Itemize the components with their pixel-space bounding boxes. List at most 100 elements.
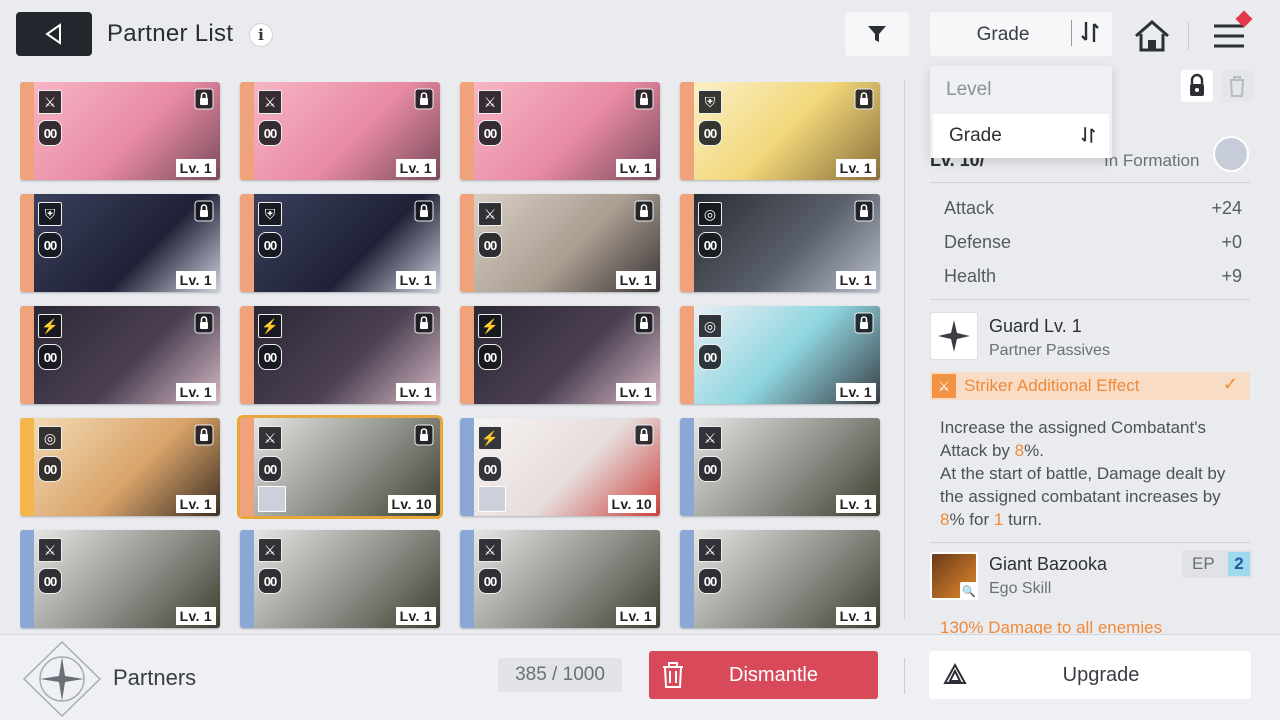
card-level: Lv. 1 xyxy=(615,383,656,401)
crossed-swords-icon: ⚔ xyxy=(932,374,956,398)
lock-icon xyxy=(634,88,654,110)
upgrade-label: Upgrade xyxy=(1062,664,1140,686)
rank-badge: 00 xyxy=(698,456,722,482)
rarity-strip xyxy=(680,306,694,404)
partner-card[interactable]: ⚔ 00 Lv. 1 xyxy=(240,530,440,628)
home-icon[interactable] xyxy=(1132,16,1172,56)
passive-skill-icon[interactable] xyxy=(930,312,978,360)
compass-star-icon xyxy=(938,320,970,352)
info-icon[interactable]: i xyxy=(249,23,273,47)
upgrade-button[interactable]: Upgrade xyxy=(929,651,1251,699)
partner-card[interactable]: ⛨ 00 Lv. 1 xyxy=(20,194,220,292)
trash-icon xyxy=(1230,76,1244,97)
partner-count-separator: / xyxy=(546,664,563,685)
class-icon: ⛨ xyxy=(38,202,62,226)
class-icon: ⚔ xyxy=(698,426,722,450)
sort-order-icon xyxy=(1081,127,1096,143)
partner-card[interactable]: ⛨ 00 Lv. 1 xyxy=(680,82,880,180)
rarity-strip xyxy=(20,82,34,180)
rank-badge: 00 xyxy=(38,232,62,258)
card-level: Lv. 1 xyxy=(175,383,216,401)
lock-icon xyxy=(414,424,434,446)
partner-card[interactable]: ⛨ 00 Lv. 1 xyxy=(240,194,440,292)
rank-badge: 00 xyxy=(698,232,722,258)
rank-badge: 00 xyxy=(478,568,502,594)
stat-value-health: +9 xyxy=(1221,266,1242,286)
partner-card[interactable]: ⚔ 00 Lv. 1 xyxy=(460,82,660,180)
rarity-strip xyxy=(240,82,254,180)
rarity-strip xyxy=(240,418,254,516)
card-level: Lv. 1 xyxy=(835,271,876,289)
partner-card[interactable]: ⚔ 00 Lv. 1 xyxy=(20,530,220,628)
lock-icon xyxy=(194,424,214,446)
stat-value-attack: +24 xyxy=(1211,198,1242,218)
class-icon: ⚡ xyxy=(258,314,282,338)
partner-card[interactable]: ◎ 00 Lv. 1 xyxy=(680,306,880,404)
rank-badge: 00 xyxy=(698,344,722,370)
card-level: Lv. 1 xyxy=(175,495,216,513)
rank-badge: 00 xyxy=(478,232,502,258)
class-icon: ⚔ xyxy=(258,538,282,562)
partner-card[interactable]: ⚔ 00 Lv. 1 xyxy=(680,418,880,516)
partner-card[interactable]: ⚡ 00 Lv. 1 xyxy=(460,306,660,404)
partner-card[interactable]: ⚔ 00 Lv. 10 xyxy=(240,418,440,516)
partner-card[interactable]: ◎ 00 Lv. 1 xyxy=(680,194,880,292)
striker-effect-bar[interactable]: ⚔ Striker Additional Effect ✓ xyxy=(930,372,1250,400)
ep-label: EP xyxy=(1192,554,1215,573)
lock-button[interactable] xyxy=(1181,70,1213,102)
filter-icon xyxy=(868,26,886,42)
sort-option-level[interactable]: Level xyxy=(930,68,1112,112)
lock-icon xyxy=(194,88,214,110)
partner-card[interactable]: ⚔ 00 Lv. 1 xyxy=(460,530,660,628)
card-level: Lv. 10 xyxy=(607,495,656,513)
rank-badge: 00 xyxy=(698,120,722,146)
card-level: Lv. 1 xyxy=(395,383,436,401)
lock-icon xyxy=(634,424,654,446)
class-icon: ⚡ xyxy=(478,426,502,450)
back-button[interactable] xyxy=(16,12,92,56)
partner-card[interactable]: ⚔ 00 Lv. 1 xyxy=(460,194,660,292)
card-level: Lv. 1 xyxy=(835,495,876,513)
class-icon: ⚔ xyxy=(258,426,282,450)
rarity-strip xyxy=(20,418,34,516)
rank-badge: 00 xyxy=(258,568,282,594)
rank-badge: 00 xyxy=(258,344,282,370)
partner-card[interactable]: ⚔ 00 Lv. 1 xyxy=(20,82,220,180)
rarity-strip xyxy=(680,194,694,292)
magnifier-icon[interactable]: 🔍 xyxy=(960,582,978,600)
rank-badge: 00 xyxy=(38,456,62,482)
rank-badge: 00 xyxy=(38,344,62,370)
partner-count-current: 385 xyxy=(515,664,547,685)
striker-effect-label: Striker Additional Effect xyxy=(964,376,1140,395)
lock-icon xyxy=(854,200,874,222)
rank-badge: 00 xyxy=(258,120,282,146)
trash-button[interactable] xyxy=(1221,70,1253,102)
partner-card[interactable]: ⚡ 00 Lv. 10 xyxy=(460,418,660,516)
partner-card[interactable]: ⚔ 00 Lv. 1 xyxy=(240,82,440,180)
skill-type: Ego Skill xyxy=(989,580,1052,597)
rarity-strip xyxy=(20,530,34,628)
sort-order-icon[interactable] xyxy=(1078,18,1104,46)
partner-card[interactable]: ⚡ 00 Lv. 1 xyxy=(240,306,440,404)
class-icon: ◎ xyxy=(698,314,722,338)
card-level: Lv. 1 xyxy=(395,607,436,625)
filter-button[interactable] xyxy=(845,12,909,56)
desc-text: At the start of battle, Damage dealt by … xyxy=(940,464,1226,506)
rarity-strip xyxy=(460,82,474,180)
partner-card[interactable]: ⚡ 00 Lv. 1 xyxy=(20,306,220,404)
class-icon: ⚔ xyxy=(698,538,722,562)
sort-option-grade[interactable]: Grade xyxy=(933,114,1109,158)
partner-card[interactable]: ⚔ 00 Lv. 1 xyxy=(680,530,880,628)
rarity-strip xyxy=(680,530,694,628)
skill-name: Giant Bazooka xyxy=(989,554,1108,574)
partner-card[interactable]: ◎ 00 Lv. 1 xyxy=(20,418,220,516)
card-level: Lv. 1 xyxy=(615,271,656,289)
rarity-strip xyxy=(680,418,694,516)
sort-option-grade-label: Grade xyxy=(949,125,1002,146)
formation-avatar[interactable] xyxy=(1213,136,1249,172)
dismantle-button[interactable]: Dismantle xyxy=(649,651,878,699)
desc-highlight: 8 xyxy=(1014,441,1025,460)
partner-grid: ⚔ 00 Lv. 1 ⚔ 00 Lv. 1 ⚔ 00 Lv. 1 ⛨ 00 Lv. 1 ⛨ 00 Lv. 1… xyxy=(20,82,890,630)
sort-options-menu: Level Grade xyxy=(930,66,1112,158)
card-level: Lv. 1 xyxy=(615,159,656,177)
